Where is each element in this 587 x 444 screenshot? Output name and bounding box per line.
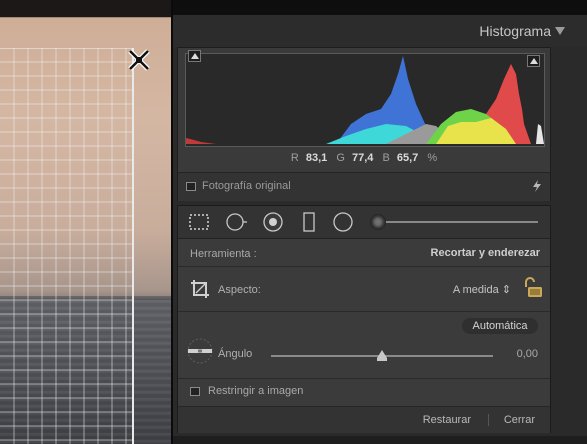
angle-row: Automática Ángulo 0,00 xyxy=(178,312,550,379)
radial-filter-icon[interactable] xyxy=(332,211,354,233)
original-photo-row: Fotografía original xyxy=(178,172,550,201)
graduated-filter-icon[interactable] xyxy=(298,211,320,233)
original-photo-label: Fotografía original xyxy=(202,180,291,192)
button-separator xyxy=(488,414,489,426)
angle-slider-knob[interactable] xyxy=(377,350,387,361)
crop-grid xyxy=(0,48,134,444)
crop-tool-panel: Herramienta : Recortar y enderezar Aspec… xyxy=(178,239,550,433)
highlight-clipping-icon[interactable] xyxy=(527,55,540,67)
aspect-dropdown[interactable]: A medida ⇕ xyxy=(453,283,511,296)
histogram-box: R 83,1 G 77,4 B 65,7 % Fotografía origin… xyxy=(177,47,551,201)
tool-strip xyxy=(178,206,550,239)
restrict-checkbox[interactable] xyxy=(190,387,200,396)
g-label: G xyxy=(336,152,345,164)
crop-overlay-icon[interactable] xyxy=(188,211,210,233)
panel-bottom-edge xyxy=(173,436,587,444)
aspect-row: Aspecto: A medida ⇕ xyxy=(178,267,550,312)
develop-panel: Histograma R 83,1 G 77,4 B 65,7 % Fotogr… xyxy=(173,15,587,444)
collapse-triangle-icon[interactable] xyxy=(555,27,565,35)
close-button[interactable]: Cerrar xyxy=(504,414,535,426)
tool-value: Recortar y enderezar xyxy=(430,247,540,259)
crop-close-handle-icon[interactable] xyxy=(127,48,151,72)
histogram-header[interactable]: Histograma xyxy=(173,15,587,47)
tool-name-row: Herramienta : Recortar y enderezar xyxy=(178,239,550,267)
reset-button[interactable]: Restaurar xyxy=(423,414,471,426)
red-eye-icon[interactable] xyxy=(262,211,284,233)
b-value: 65,7 xyxy=(396,152,419,164)
restrict-label: Restringir a imagen xyxy=(208,385,304,397)
histogram-graph[interactable] xyxy=(185,53,545,147)
photo-canvas[interactable] xyxy=(0,0,171,444)
tool-label: Herramienta : xyxy=(190,248,257,260)
tools-box: Herramienta : Recortar y enderezar Aspec… xyxy=(177,205,551,433)
brush-size-track[interactable] xyxy=(378,221,538,223)
bottom-bar: Restaurar Cerrar xyxy=(178,406,550,433)
histogram-plot xyxy=(186,56,544,144)
angle-label: Ángulo xyxy=(218,348,253,360)
percent-unit: % xyxy=(427,152,438,164)
adjustment-brush-icon[interactable] xyxy=(370,214,386,230)
crop-rectangle[interactable] xyxy=(0,48,134,444)
angle-value[interactable]: 0,00 xyxy=(517,348,538,360)
r-value: 83,1 xyxy=(305,152,328,164)
auto-straighten-button[interactable]: Automática xyxy=(462,318,538,334)
rgb-readout: R 83,1 G 77,4 B 65,7 % xyxy=(178,152,550,164)
b-label: B xyxy=(382,152,390,164)
level-icon[interactable] xyxy=(186,337,214,365)
spot-removal-icon[interactable] xyxy=(225,211,247,233)
lock-icon[interactable] xyxy=(522,277,544,299)
crop-angle-icon[interactable] xyxy=(190,279,210,299)
histogram-title: Histograma xyxy=(479,23,551,39)
panel-top-edge xyxy=(173,0,587,15)
original-photo-checkbox[interactable] xyxy=(186,182,196,191)
shadow-clipping-icon[interactable] xyxy=(188,50,201,62)
aspect-label: Aspecto: xyxy=(218,284,261,296)
r-label: R xyxy=(290,152,299,164)
photo-top-strip xyxy=(0,0,171,17)
lightning-icon[interactable] xyxy=(530,179,544,193)
restrict-row: Restringir a imagen xyxy=(178,379,550,405)
g-value: 77,4 xyxy=(351,152,374,164)
